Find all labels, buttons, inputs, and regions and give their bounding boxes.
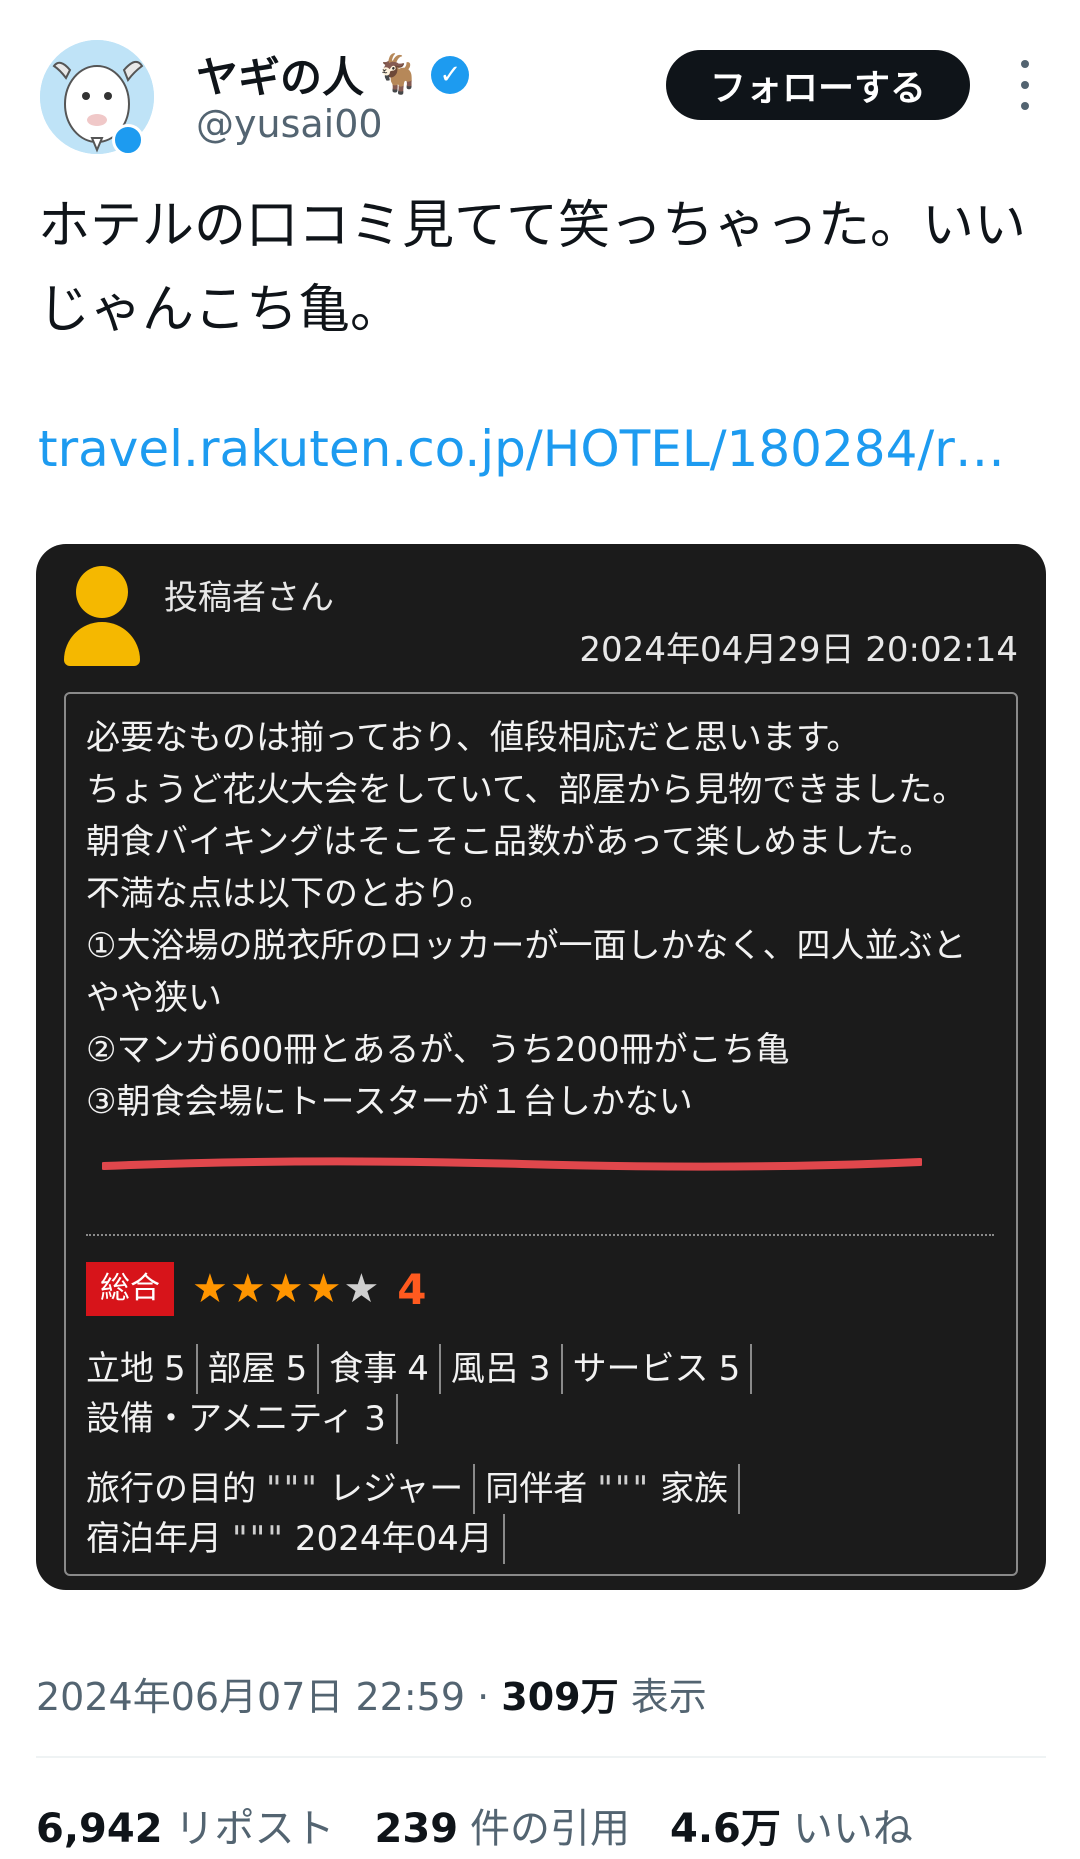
review-line-highlighted: ②マンガ600冊とあるが、うち200冊がこち亀 bbox=[86, 1030, 790, 1070]
star-filled-icon: ★ bbox=[229, 1266, 266, 1312]
review-line: ③朝食会場にトースターが１台しかない bbox=[86, 1082, 693, 1122]
star-empty-icon: ★ bbox=[343, 1266, 380, 1312]
rating-value: 5 bbox=[285, 1349, 308, 1389]
engagement-stats: 6,942 リポスト 239 件の引用 4.6万 いいね bbox=[36, 1796, 913, 1854]
star-filled-icon: ★ bbox=[192, 1266, 228, 1312]
rating-value: 3 bbox=[364, 1399, 386, 1439]
star-rating: ★ ★ ★ ★ ★ bbox=[192, 1269, 379, 1309]
review-line: ちょうど花火大会をしていて、部屋から見物できました。 bbox=[86, 770, 967, 810]
poster-name: 投稿者さん bbox=[164, 578, 334, 618]
goat-emoji-icon: 🐐 bbox=[374, 52, 422, 96]
rating-item: 部屋 5 bbox=[208, 1344, 320, 1394]
detail-separator: """ bbox=[232, 1519, 285, 1559]
avatar-verified-dot bbox=[112, 124, 144, 156]
reposts-stat[interactable]: 6,942 リポスト bbox=[36, 1796, 335, 1854]
likes-stat[interactable]: 4.6万 いいね bbox=[670, 1796, 913, 1854]
rating-label: サービス bbox=[572, 1349, 709, 1389]
detail-separator: """ bbox=[266, 1469, 319, 1509]
red-underline-mark bbox=[102, 1157, 922, 1171]
detail-value: 家族 bbox=[660, 1469, 729, 1509]
review-line: 朝食バイキングはそこそこ品数があって楽しめました。 bbox=[86, 822, 934, 862]
review-body: 必要なものは揃っており、値段相応だと思います。 ちょうど花火大会をしていて、部屋… bbox=[86, 712, 996, 1128]
stay-detail-item: 同伴者 """ 家族 bbox=[485, 1464, 741, 1514]
rating-label: 食事 bbox=[329, 1349, 398, 1389]
tweet-link[interactable]: travel.rakuten.co.jp/HOTEL/180284/r… bbox=[38, 420, 1005, 478]
overall-rating: 総合 ★ ★ ★ ★ ★ 4 bbox=[86, 1260, 427, 1318]
review-line: 必要なものは揃っており、値段相応だと思います。 bbox=[86, 718, 861, 758]
follow-button[interactable]: フォローする bbox=[666, 50, 970, 120]
post-date: 2024年04月29日 20:02:14 bbox=[579, 630, 1018, 670]
likes-count: 4.6万 bbox=[670, 1806, 781, 1852]
category-ratings: 立地 5 部屋 5 食事 4 風呂 3 サービス 5 設備・アメニティ 3 bbox=[86, 1344, 986, 1444]
more-vertical-icon[interactable] bbox=[1010, 60, 1040, 110]
timestamp-text: 2024年06月07日 22:59 bbox=[36, 1675, 466, 1719]
detail-label: 宿泊年月 bbox=[86, 1519, 222, 1559]
reposts-label: リポスト bbox=[174, 1806, 335, 1852]
tweet-text: ホテルの口コミ見てて笑っちゃった。いいじゃんこち亀。 bbox=[38, 196, 1027, 340]
rating-label: 部屋 bbox=[207, 1349, 276, 1389]
separator-dot: · bbox=[477, 1675, 490, 1719]
quotes-label: 件の引用 bbox=[470, 1806, 631, 1852]
rating-item: 風呂 3 bbox=[451, 1344, 563, 1394]
stay-detail-item: 旅行の目的 """ レジャー bbox=[86, 1464, 476, 1514]
dotted-divider bbox=[86, 1234, 994, 1236]
stay-details: 旅行の目的 """ レジャー 同伴者 """ 家族 宿泊年月 """ 2024年04月 bbox=[86, 1464, 986, 1564]
rating-value: 4 bbox=[407, 1349, 429, 1389]
review-line: 不満な点は以下のとおり。 bbox=[86, 874, 494, 914]
likes-label: いいね bbox=[792, 1806, 913, 1852]
detail-label: 同伴者 bbox=[485, 1469, 588, 1509]
detail-separator: """ bbox=[597, 1469, 651, 1509]
rating-item: 立地 5 bbox=[86, 1344, 198, 1394]
tweet-header: ヤギの人 🐐 ✓ @yusai00 フォローする bbox=[0, 0, 1080, 160]
rating-label: 風呂 bbox=[450, 1349, 519, 1389]
detail-value: 2024年04月 bbox=[294, 1519, 493, 1559]
reposts-count: 6,942 bbox=[36, 1806, 163, 1852]
views-label: 表示 bbox=[630, 1675, 707, 1719]
display-name[interactable]: ヤギの人 🐐 ✓ bbox=[196, 44, 470, 105]
review-image[interactable]: 投稿者さん 2024年04月29日 20:02:14 必要なものは揃っており、値… bbox=[36, 544, 1046, 1590]
rating-value: 5 bbox=[164, 1349, 186, 1389]
rating-value: 5 bbox=[718, 1349, 741, 1389]
rating-item: サービス 5 bbox=[573, 1344, 753, 1394]
quotes-count: 239 bbox=[374, 1806, 459, 1852]
overall-score: 4 bbox=[397, 1264, 427, 1314]
overall-badge: 総合 bbox=[86, 1262, 174, 1316]
tweet-timestamp[interactable]: 2024年06月07日 22:59 · 309万 表示 bbox=[36, 1666, 707, 1721]
rating-label: 立地 bbox=[86, 1349, 154, 1389]
user-silhouette-icon bbox=[64, 566, 140, 666]
review-box: 必要なものは揃っており、値段相応だと思います。 ちょうど花火大会をしていて、部屋… bbox=[64, 692, 1018, 1576]
verified-badge-icon: ✓ bbox=[431, 55, 470, 94]
views-count: 309万 bbox=[501, 1675, 619, 1719]
star-filled-icon: ★ bbox=[305, 1266, 342, 1312]
display-name-text: ヤギの人 bbox=[196, 53, 365, 102]
user-handle[interactable]: @yusai00 bbox=[196, 102, 383, 146]
rating-label: 設備・アメニティ bbox=[86, 1399, 355, 1439]
rating-item: 食事 4 bbox=[329, 1344, 441, 1394]
review-line: ①大浴場の脱衣所のロッカーが一面しかなく、四人並ぶとやや狭い bbox=[86, 926, 967, 1018]
rating-value: 3 bbox=[528, 1349, 551, 1389]
divider bbox=[36, 1756, 1046, 1758]
quotes-stat[interactable]: 239 件の引用 bbox=[375, 1796, 631, 1854]
rating-item: 設備・アメニティ 3 bbox=[86, 1394, 398, 1444]
star-filled-icon: ★ bbox=[267, 1266, 304, 1312]
detail-label: 旅行の目的 bbox=[86, 1469, 256, 1509]
detail-value: レジャー bbox=[328, 1469, 464, 1509]
stay-detail-item: 宿泊年月 """ 2024年04月 bbox=[86, 1514, 505, 1564]
